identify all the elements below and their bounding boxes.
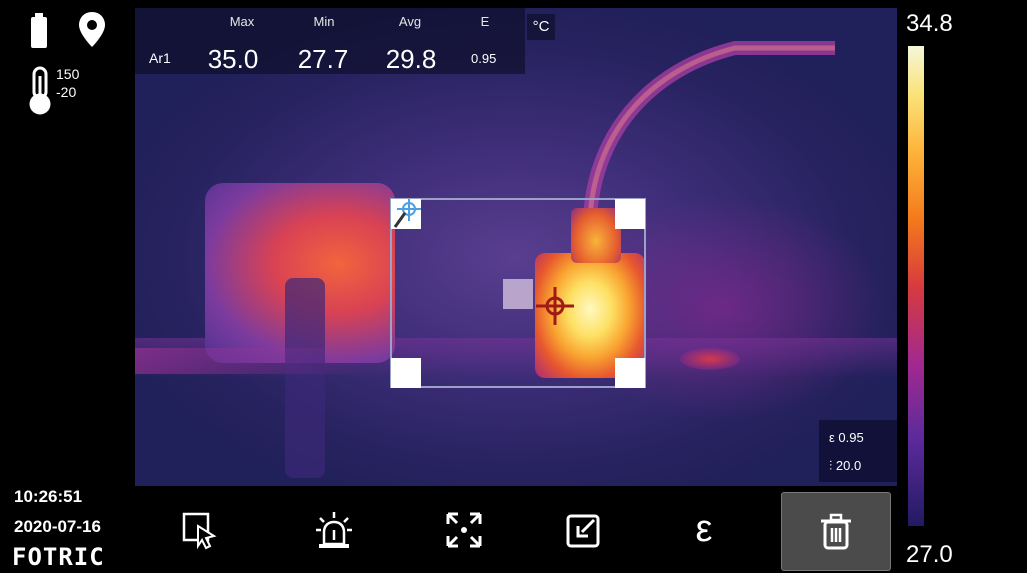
emissivity-button[interactable]: ε [649,486,759,573]
center-marker[interactable] [503,279,533,309]
fullscreen-button[interactable] [409,486,519,573]
reflected-temp-icon: ⫶ [829,458,833,473]
measurement-panel: Ar1 Max Min Avg E 35.0 27.7 29.8 0.95 [135,8,525,74]
roi-handle-bottom-left[interactable] [391,358,421,388]
select-button[interactable] [145,486,255,573]
emissivity-param-value: 0.95 [838,430,864,445]
crosshair-small-icon [393,199,421,228]
emissivity-icon: ε [695,508,713,550]
alarm-button[interactable] [279,486,389,573]
emissivity-value: 0.95 [471,51,497,66]
min-value: 27.7 [297,44,349,74]
avg-header: Avg [398,14,422,29]
fullscreen-icon [446,512,482,547]
left-panel: 150 -20 10:26:51 2020-07-16 FOTRIC [0,0,135,573]
emissivity-header: E [480,14,490,29]
thermometer-icon [29,66,51,115]
temperature-colorbar [908,46,924,526]
location-pin-icon [79,12,105,47]
range-high: 150 [56,66,80,82]
unit-label: °C [527,14,555,40]
scale-min-label: 27.0 [906,541,953,568]
roi-handle-bottom-right[interactable] [615,358,645,388]
parameters-panel[interactable]: ε 0.95 ⫶ 20.0 [819,420,897,482]
warm-spot [680,348,740,370]
scale-max-label: 34.8 [906,10,953,37]
export-icon [566,514,600,547]
roi-handle-top-left[interactable] [391,199,421,229]
clock-time: 10:26:51 [14,487,83,506]
bottom-toolbar: ε [135,486,897,573]
max-value: 35.0 [207,44,259,74]
reflected-temp-value: 20.0 [835,458,862,473]
roi-handle-top-right[interactable] [615,199,645,229]
min-header: Min [313,14,335,29]
warm-strip [135,348,365,374]
select-cursor-icon [182,512,217,549]
delete-button[interactable] [781,492,891,571]
alarm-icon [316,511,352,548]
export-button[interactable] [529,486,639,573]
avg-value: 29.8 [385,44,437,74]
trash-icon [821,513,851,549]
left-object-stand [285,278,325,478]
max-header: Max [229,14,255,29]
brand-logo: FOTRIC [12,543,105,571]
max-temp-crosshair-icon [536,287,574,325]
region-label: Ar1 [149,50,171,66]
range-low: -20 [56,84,77,100]
clock-date: 2020-07-16 [14,517,101,536]
emissivity-symbol: ε [829,430,835,445]
battery-icon [31,13,47,48]
